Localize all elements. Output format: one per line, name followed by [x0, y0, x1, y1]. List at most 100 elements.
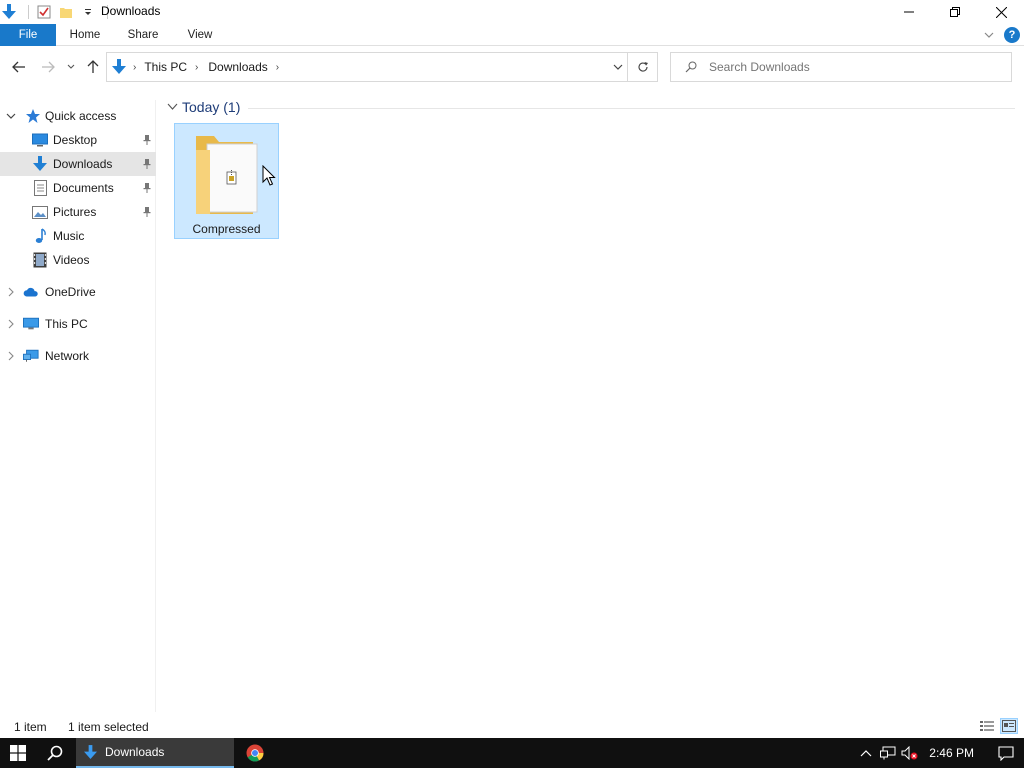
- breadcrumb-separator-icon[interactable]: ›: [133, 62, 136, 73]
- expand-chevron-icon[interactable]: [5, 286, 17, 298]
- taskbar-app-file-explorer[interactable]: Downloads: [76, 738, 234, 768]
- close-button[interactable]: [978, 0, 1024, 24]
- network-status-icon[interactable]: [877, 738, 899, 768]
- address-history-dropdown-icon[interactable]: [613, 60, 623, 74]
- recent-locations-button[interactable]: [64, 58, 78, 76]
- nav-label-quick-access: Quick access: [45, 109, 117, 123]
- details-view-icon: [980, 721, 994, 731]
- pin-icon[interactable]: [141, 206, 153, 218]
- back-button[interactable]: [10, 58, 28, 76]
- nav-quick-access[interactable]: Quick access: [0, 104, 156, 128]
- nav-label-onedrive: OneDrive: [45, 285, 96, 299]
- refresh-button[interactable]: [627, 53, 657, 81]
- refresh-icon: [637, 62, 648, 72]
- forward-arrow-icon: [42, 61, 55, 73]
- action-center-button[interactable]: [988, 738, 1024, 768]
- large-icons-view-button[interactable]: [1000, 718, 1018, 734]
- tab-home[interactable]: Home: [62, 24, 108, 46]
- nav-item-desktop[interactable]: Desktop: [0, 128, 156, 152]
- tab-view[interactable]: View: [178, 24, 222, 46]
- nav-label-desktop: Desktop: [53, 133, 98, 147]
- taskbar-clock[interactable]: 2:46 PM: [929, 746, 974, 760]
- minimize-button[interactable]: [886, 0, 932, 24]
- search-icon: [685, 61, 697, 73]
- nav-label-documents: Documents: [53, 181, 114, 195]
- nav-label-this-pc: This PC: [45, 317, 88, 331]
- group-header-today[interactable]: Today (1): [165, 96, 1015, 118]
- chevron-down-icon: [67, 64, 75, 69]
- desktop-icon: [32, 132, 48, 148]
- search-box[interactable]: [670, 52, 1012, 82]
- tab-file[interactable]: File: [0, 24, 56, 46]
- system-tray: 2:46 PM: [855, 738, 1024, 768]
- nav-item-music[interactable]: Music: [0, 224, 156, 248]
- breadcrumb-this-pc[interactable]: This PC: [144, 60, 187, 74]
- taskbar-search-button[interactable]: [38, 738, 72, 768]
- up-button[interactable]: [84, 58, 102, 76]
- expand-chevron-icon[interactable]: [5, 350, 17, 362]
- nav-item-documents[interactable]: Documents: [0, 176, 156, 200]
- forward-button[interactable]: [39, 58, 57, 76]
- view-switcher: [978, 718, 1018, 734]
- chevron-up-icon: [860, 750, 872, 757]
- pin-icon[interactable]: [141, 158, 153, 170]
- nav-label-pictures: Pictures: [53, 205, 97, 219]
- properties-icon[interactable]: [35, 3, 53, 21]
- nav-item-pictures[interactable]: Pictures: [0, 200, 156, 224]
- nav-this-pc[interactable]: This PC: [0, 312, 156, 336]
- taskbar-app-chrome[interactable]: [238, 738, 272, 768]
- collapse-chevron-icon[interactable]: [5, 110, 17, 122]
- restore-button[interactable]: [932, 0, 978, 24]
- status-bar: 1 item 1 item selected: [0, 716, 1024, 738]
- downloads-arrow-icon[interactable]: [0, 3, 18, 21]
- volume-muted-icon[interactable]: [899, 738, 921, 768]
- search-input[interactable]: [707, 59, 987, 75]
- pin-icon[interactable]: [141, 134, 153, 146]
- star-icon: [25, 108, 41, 124]
- nav-label-videos: Videos: [53, 253, 90, 267]
- help-button[interactable]: ?: [1004, 27, 1020, 43]
- group-label: Today (1): [182, 99, 241, 115]
- window-title: Downloads: [101, 4, 161, 18]
- nav-onedrive[interactable]: OneDrive: [0, 280, 156, 304]
- breadcrumb-separator-icon[interactable]: ›: [276, 62, 279, 73]
- nav-network[interactable]: Network: [0, 344, 156, 368]
- navigation-pane: Quick access Desktop Downloads Documents…: [0, 100, 156, 712]
- mouse-cursor-icon: [262, 165, 276, 186]
- breadcrumb-separator-icon[interactable]: ›: [195, 62, 198, 73]
- videos-icon: [32, 252, 48, 268]
- zipped-folder-icon: [196, 136, 258, 214]
- breadcrumb-downloads[interactable]: Downloads: [208, 60, 267, 74]
- documents-icon: [32, 180, 48, 196]
- pin-icon[interactable]: [141, 182, 153, 194]
- windows-logo-icon: [10, 745, 26, 761]
- tab-share[interactable]: Share: [120, 24, 166, 46]
- nav-label-downloads: Downloads: [53, 157, 113, 171]
- start-button[interactable]: [0, 738, 36, 768]
- minimize-icon: [904, 11, 914, 13]
- address-bar[interactable]: › This PC › Downloads ›: [106, 52, 658, 82]
- downloads-icon: [84, 744, 97, 760]
- cloud-icon: [23, 284, 39, 300]
- chrome-icon: [246, 744, 264, 762]
- collapse-group-chevron-icon[interactable]: [165, 100, 179, 114]
- show-hidden-icons-button[interactable]: [855, 738, 877, 768]
- nav-item-downloads[interactable]: Downloads: [0, 152, 156, 176]
- nav-item-videos[interactable]: Videos: [0, 248, 156, 272]
- nav-label-music: Music: [53, 229, 85, 243]
- search-icon: [47, 745, 63, 761]
- music-icon: [32, 228, 48, 244]
- customize-toolbar-dropdown-icon[interactable]: [79, 3, 97, 21]
- nav-label-network: Network: [45, 349, 90, 363]
- notifications-icon: [998, 745, 1014, 761]
- taskbar: Downloads 2:46 PM: [0, 738, 1024, 768]
- new-folder-icon[interactable]: [57, 3, 75, 21]
- details-view-button[interactable]: [978, 718, 996, 734]
- expand-ribbon-icon[interactable]: [984, 28, 994, 42]
- close-icon: [995, 6, 1007, 18]
- back-arrow-icon: [12, 61, 25, 73]
- computer-icon: [23, 316, 39, 332]
- expand-chevron-icon[interactable]: [5, 318, 17, 330]
- downloads-icon: [32, 156, 48, 172]
- network-icon: [23, 348, 39, 364]
